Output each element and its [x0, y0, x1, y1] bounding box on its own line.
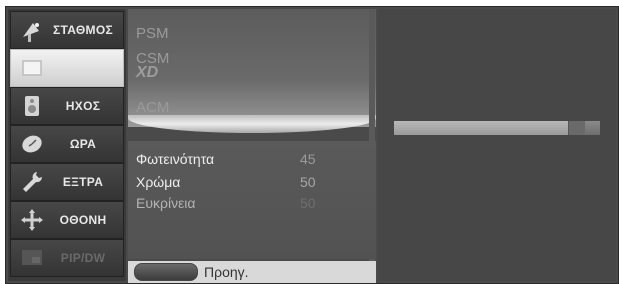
screen-setup-icon	[17, 205, 47, 235]
prev-label: Προηγ.	[204, 264, 249, 280]
clock-icon	[17, 129, 47, 159]
selection-highlight	[128, 115, 376, 133]
sidebar-item-sound[interactable]: ΗΧΟΣ	[10, 87, 124, 125]
sidebar-item-time[interactable]: ΩΡΑ	[10, 125, 124, 163]
setting-name: Χρώμα	[136, 174, 181, 190]
picture-settings-panel: Φωτεινότητα 45 Χρώμα 50 Ευκρίνεια 50	[128, 141, 376, 259]
sidebar-item-extra[interactable]: ΕΞΤΡΑ	[10, 163, 124, 201]
sidebar-item-label: ΣΤΑΘΜΟΣ	[53, 23, 113, 37]
sidebar-item-label: ΟΘΟΝΗ	[59, 213, 107, 227]
level-slider[interactable]	[394, 121, 600, 135]
submenu-item-psm[interactable]: PSM	[136, 25, 169, 42]
setting-row-brightness[interactable]: Φωτεινότητα 45	[136, 148, 356, 170]
setting-value: 50	[300, 195, 316, 211]
slider-fill	[394, 121, 584, 135]
sidebar-item-label: ΕΞΤΡΑ	[62, 175, 104, 189]
setting-row-sharpness[interactable]: Ευκρίνεια 50	[136, 192, 356, 214]
setting-name: Ευκρίνεια	[136, 195, 196, 211]
submenu-item-acm[interactable]: ACM	[136, 99, 169, 116]
sidebar-item-screen[interactable]: ΟΘΟΝΗ	[10, 201, 124, 239]
sidebar-item-pip[interactable]: PIP/DW	[10, 239, 124, 277]
prev-button[interactable]	[134, 263, 198, 281]
speaker-icon	[17, 91, 47, 121]
setting-row-color[interactable]: Χρώμα 50	[136, 171, 356, 193]
submenu-item-xd[interactable]: XD	[136, 64, 158, 82]
picture-icon	[17, 53, 47, 83]
footer-bar: Προηγ.	[128, 261, 376, 283]
sidebar-item-label: PIP/DW	[60, 251, 106, 265]
setting-name: Φωτεινότητα	[136, 151, 215, 167]
tv-osd-screen: ΣΤΑΘΜΟΣ ΗΧΟΣ ΩΡΑ ΕΞΤΡΑ ΟΘΟΝΗ PIP/DW PSM …	[5, 6, 619, 284]
setting-value: 45	[300, 151, 316, 167]
sidebar-item-label: ΗΧΟΣ	[65, 99, 101, 113]
satellite-dish-icon	[17, 15, 47, 45]
sidebar-item-picture[interactable]	[10, 49, 124, 87]
sidebar-item-label: ΩΡΑ	[69, 137, 97, 151]
pip-icon	[17, 243, 47, 273]
sidebar-item-station[interactable]: ΣΤΑΘΜΟΣ	[10, 11, 124, 49]
main-menu-sidebar: ΣΤΑΘΜΟΣ ΗΧΟΣ ΩΡΑ ΕΞΤΡΑ ΟΘΟΝΗ PIP/DW	[8, 9, 126, 281]
adjustment-panel	[378, 9, 616, 281]
setting-value: 50	[300, 174, 316, 190]
slider-thumb[interactable]	[567, 121, 585, 135]
wrench-icon	[17, 167, 47, 197]
picture-submenu: PSM CSM XD ACM	[128, 9, 376, 127]
